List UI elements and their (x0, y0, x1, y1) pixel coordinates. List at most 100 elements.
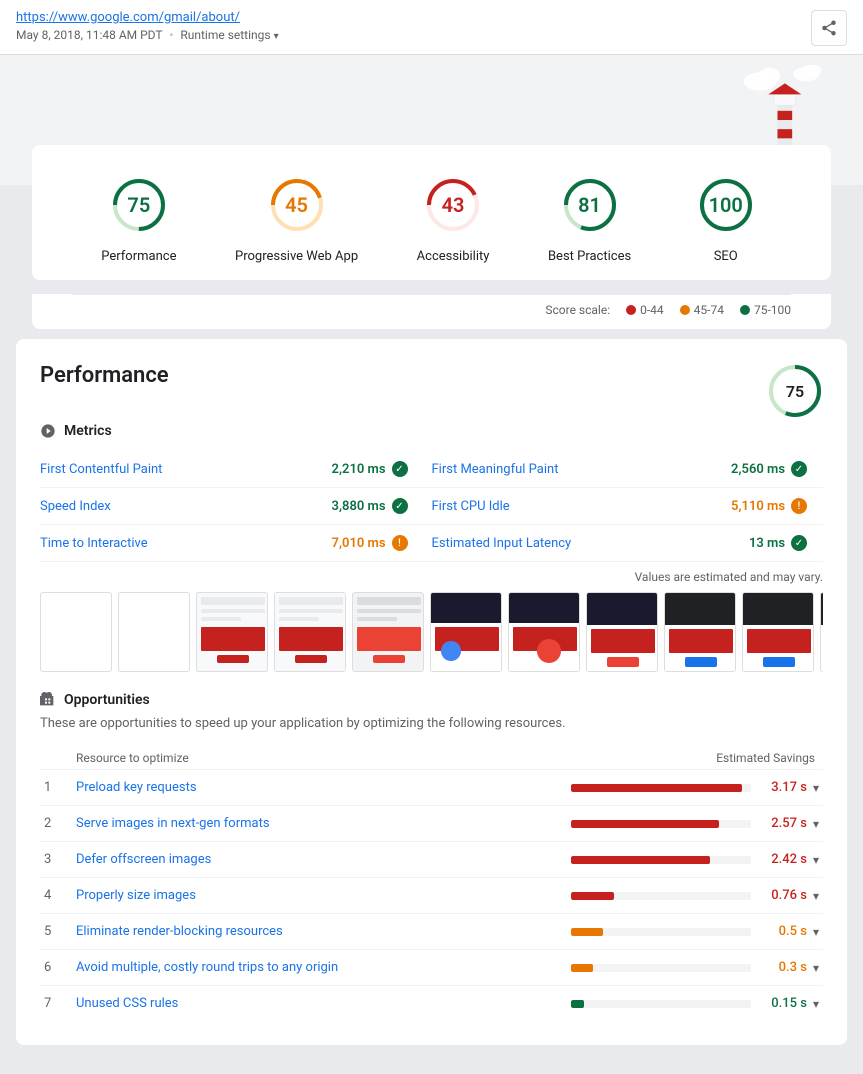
opportunity-name[interactable]: Avoid multiple, costly round trips to an… (76, 960, 567, 975)
opportunity-savings-area: 0.3 s (571, 960, 809, 975)
score-circle-accessibility: 43 (417, 169, 489, 241)
score-label-seo: SEO (714, 249, 738, 264)
metric-value: 7,010 ms ! (332, 535, 408, 551)
opportunity-savings: 0.76 s (759, 888, 809, 903)
opportunities-header: Opportunities (40, 692, 823, 708)
opportunity-savings: 3.17 s (759, 780, 809, 795)
scale-green: 75-100 (740, 303, 791, 317)
metric-name[interactable]: Estimated Input Latency (432, 536, 572, 551)
opportunity-number: 3 (44, 852, 72, 867)
metric-status-icon: ! (791, 498, 807, 514)
scale-dot-orange (680, 305, 690, 315)
metric-row: Estimated Input Latency 13 ms ✓ (432, 525, 824, 562)
opportunity-bar (571, 964, 593, 972)
opportunity-bar (571, 1000, 584, 1008)
opportunity-chevron[interactable]: ▾ (813, 817, 819, 831)
opportunities-rows: 1 Preload key requests 3.17 s ▾ 2 Serve … (40, 769, 823, 1021)
metrics-icon (40, 423, 56, 439)
metric-status-icon: ! (392, 535, 408, 551)
opportunity-bar-wrapper (571, 892, 751, 900)
score-circle-pwa: 45 (261, 169, 333, 241)
filmstrip-item (40, 592, 112, 672)
opportunity-chevron[interactable]: ▾ (813, 961, 819, 975)
opportunity-name[interactable]: Properly size images (76, 888, 567, 903)
svg-text:75: 75 (786, 382, 804, 401)
opportunity-chevron[interactable]: ▾ (813, 781, 819, 795)
score-value-pwa: 45 (285, 193, 308, 217)
scale-red: 0-44 (626, 303, 664, 317)
metric-status-icon: ✓ (392, 498, 408, 514)
opportunities-icon (40, 692, 56, 708)
metric-name[interactable]: Time to Interactive (40, 536, 148, 551)
values-note: Values are estimated and may vary. (40, 570, 823, 584)
score-value-performance: 75 (127, 193, 150, 217)
metric-status-icon: ✓ (791, 461, 807, 477)
share-button[interactable] (811, 10, 847, 46)
opportunity-chevron[interactable]: ▾ (813, 997, 819, 1011)
score-item-pwa[interactable]: 45 Progressive Web App (235, 169, 358, 264)
opportunity-chevron[interactable]: ▾ (813, 853, 819, 867)
opportunity-row[interactable]: 3 Defer offscreen images 2.42 s ▾ (40, 841, 823, 877)
opportunity-name[interactable]: Defer offscreen images (76, 852, 567, 867)
opportunity-name[interactable]: Serve images in next-gen formats (76, 816, 567, 831)
metric-status-icon: ✓ (392, 461, 408, 477)
score-item-accessibility[interactable]: 43 Accessibility (417, 169, 490, 264)
filmstrip-item (430, 592, 502, 672)
filmstrip (40, 592, 823, 672)
metric-row: First Contentful Paint 2,210 ms ✓ (40, 451, 432, 488)
opportunity-name[interactable]: Unused CSS rules (76, 996, 567, 1011)
opportunity-bar-wrapper (571, 1000, 751, 1008)
scale-dot-red (626, 305, 636, 315)
opportunity-row[interactable]: 1 Preload key requests 3.17 s ▾ (40, 769, 823, 805)
score-item-performance[interactable]: 75 Performance (101, 169, 176, 264)
opportunity-bar (571, 928, 603, 936)
filmstrip-item (664, 592, 736, 672)
opportunity-row[interactable]: 6 Avoid multiple, costly round trips to … (40, 949, 823, 985)
opportunity-name[interactable]: Eliminate render-blocking resources (76, 924, 567, 939)
score-item-best-practices[interactable]: 81 Best Practices (548, 169, 631, 264)
opportunity-chevron[interactable]: ▾ (813, 889, 819, 903)
metric-name[interactable]: First Meaningful Paint (432, 462, 559, 477)
opportunity-bar-wrapper (571, 784, 751, 792)
runtime-settings-link[interactable]: Runtime settings (180, 28, 270, 42)
opportunity-number: 4 (44, 888, 72, 903)
opportunity-row[interactable]: 7 Unused CSS rules 0.15 s ▾ (40, 985, 823, 1021)
metric-name[interactable]: Speed Index (40, 499, 111, 514)
score-item-seo[interactable]: 100 SEO (690, 169, 762, 264)
opportunity-savings-area: 0.5 s (571, 924, 809, 939)
performance-score-badge: 75 (767, 363, 823, 419)
opportunity-chevron[interactable]: ▾ (813, 925, 819, 939)
score-label-accessibility: Accessibility (417, 249, 490, 264)
opportunity-bar-wrapper (571, 856, 751, 864)
opportunity-number: 7 (44, 996, 72, 1011)
performance-title: Performance (40, 363, 169, 388)
metrics-header: Metrics (40, 419, 823, 439)
opportunity-name[interactable]: Preload key requests (76, 780, 567, 795)
filmstrip-item (586, 592, 658, 672)
opportunity-number: 2 (44, 816, 72, 831)
metric-row: First CPU Idle 5,110 ms ! (432, 488, 824, 525)
metric-name[interactable]: First Contentful Paint (40, 462, 162, 477)
opportunities-section: Opportunities These are opportunities to… (40, 692, 823, 1021)
metric-row: Speed Index 3,880 ms ✓ (40, 488, 432, 525)
opportunity-row[interactable]: 2 Serve images in next-gen formats 2.57 … (40, 805, 823, 841)
opportunity-savings-area: 2.42 s (571, 852, 809, 867)
opportunity-bar-wrapper (571, 928, 751, 936)
filmstrip-item (508, 592, 580, 672)
metric-name[interactable]: First CPU Idle (432, 499, 510, 514)
opportunities-table-header: Resource to optimize Estimated Savings (40, 747, 823, 769)
opportunity-bar (571, 856, 710, 864)
opportunity-savings: 0.3 s (759, 960, 809, 975)
opportunity-row[interactable]: 5 Eliminate render-blocking resources 0.… (40, 913, 823, 949)
header-bar: https://www.google.com/gmail/about/ May … (0, 0, 863, 55)
metric-value: 2,560 ms ✓ (731, 461, 807, 477)
score-value-accessibility: 43 (442, 193, 465, 217)
filmstrip-item (274, 592, 346, 672)
opportunity-number: 1 (44, 780, 72, 795)
opportunity-row[interactable]: 4 Properly size images 0.76 s ▾ (40, 877, 823, 913)
score-circle-seo: 100 (690, 169, 762, 241)
metric-value: 5,110 ms ! (731, 498, 807, 514)
opportunity-bar-wrapper (571, 820, 751, 828)
header-url[interactable]: https://www.google.com/gmail/about/ (16, 10, 279, 25)
filmstrip-item (742, 592, 814, 672)
